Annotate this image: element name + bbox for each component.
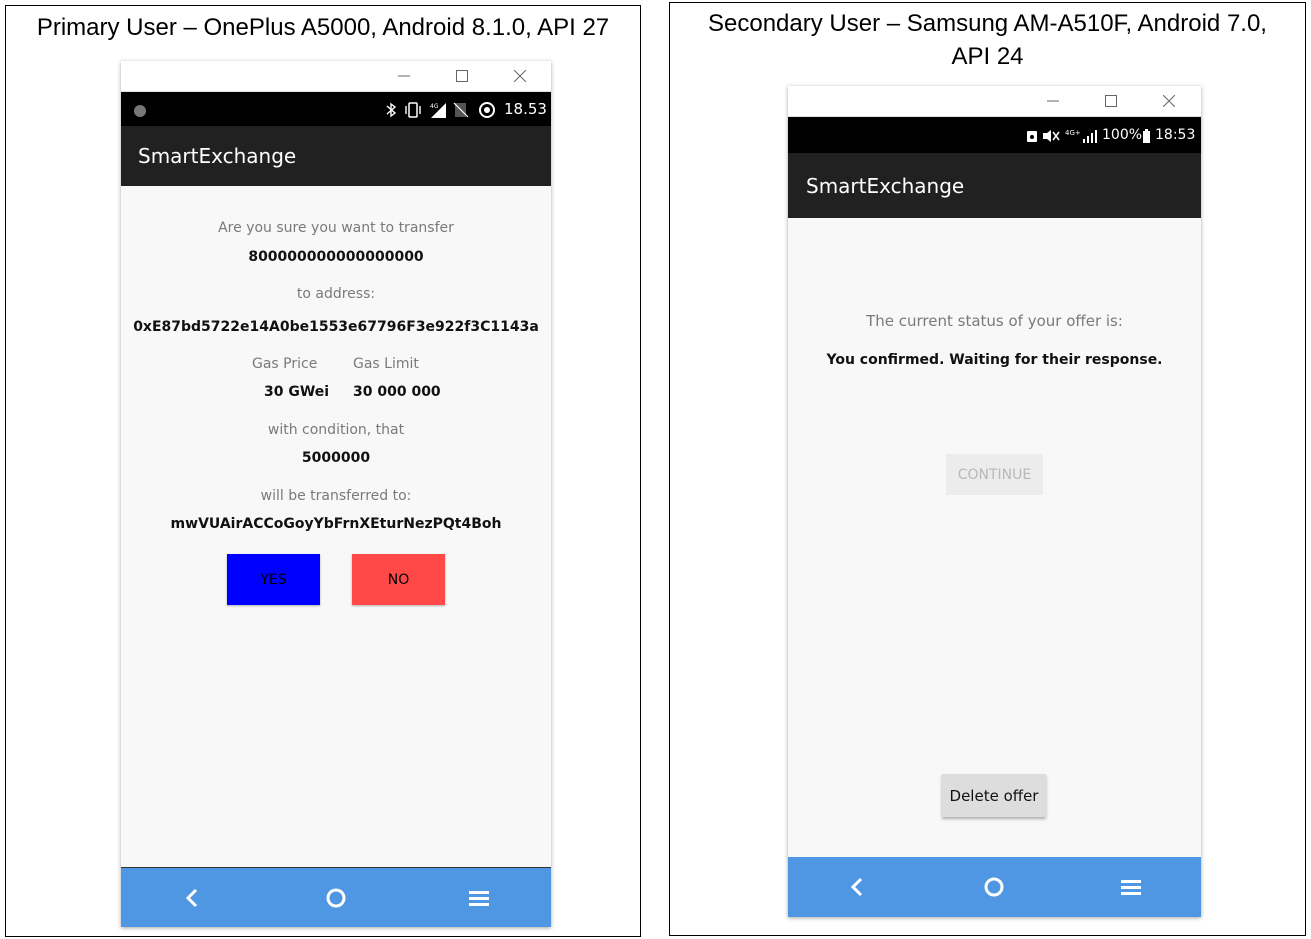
- secondary-caption: Secondary User – Samsung AM-A510F, Andro…: [708, 10, 1267, 70]
- menu-button[interactable]: [1101, 857, 1161, 917]
- minimize-button[interactable]: [1030, 86, 1076, 116]
- android-status-bar: 4G+ 100% 18:53: [788, 117, 1201, 153]
- status-time: 18.53: [504, 100, 547, 118]
- secondary-user-panel: Secondary User – Samsung AM-A510F, Andro…: [669, 2, 1306, 936]
- offer-status-content: The current status of your offer is: You…: [788, 218, 1201, 858]
- transfer-to-value: mwVUAirACCoGoyYbFrnXEturNezPQt4Boh: [170, 516, 502, 532]
- primary-user-panel: Primary User – OnePlus A5000, Android 8.…: [5, 5, 641, 937]
- app-toolbar: SmartExchange: [121, 126, 551, 186]
- yes-button[interactable]: YES: [227, 554, 320, 605]
- secondary-device-window: 4G+ 100% 18:53 SmartExchange The current…: [788, 86, 1201, 917]
- menu-icon: [469, 891, 489, 906]
- offer-status-label: The current status of your offer is:: [866, 312, 1123, 330]
- usb-icon: [1027, 131, 1037, 142]
- close-icon: [514, 70, 526, 82]
- gas-limit-value: 30 000 000: [353, 384, 441, 400]
- android-nav-bar: [121, 867, 551, 927]
- close-button[interactable]: [497, 61, 543, 91]
- menu-button[interactable]: [449, 868, 509, 927]
- minimize-icon: [398, 75, 410, 77]
- app-title: SmartExchange: [138, 144, 297, 168]
- bluetooth-icon: [386, 102, 397, 118]
- back-button[interactable]: [828, 857, 888, 917]
- primary-device-window: 4G 18.53 SmartExchange Are you sure you …: [121, 61, 551, 927]
- minimize-button[interactable]: [381, 61, 427, 91]
- battery-percent: 100%: [1102, 127, 1143, 143]
- condition-label: with condition, that: [267, 422, 405, 438]
- to-address-value: 0xE87bd5722e14A0be1553e67796F3e922f3C114…: [133, 319, 539, 335]
- status-time: 18:53: [1155, 127, 1196, 143]
- continue-button[interactable]: CONTINUE: [946, 454, 1043, 495]
- transfer-amount: 800000000000000000: [248, 249, 424, 265]
- confirm-prompt: Are you sure you want to transfer: [218, 220, 454, 236]
- maximize-button[interactable]: [1088, 86, 1134, 116]
- mute-icon: [1043, 130, 1060, 142]
- android-status-bar: 4G 18.53: [121, 92, 551, 126]
- maximize-icon: [1105, 95, 1117, 107]
- data-saver-icon: [479, 102, 495, 118]
- delete-offer-button[interactable]: Delete offer: [942, 774, 1046, 817]
- gas-limit-label: Gas Limit: [353, 356, 419, 372]
- app-title: SmartExchange: [806, 173, 965, 198]
- maximize-button[interactable]: [439, 61, 485, 91]
- home-button[interactable]: [964, 857, 1024, 917]
- app-toolbar: SmartExchange: [788, 153, 1201, 218]
- back-button[interactable]: [163, 868, 223, 927]
- condition-amount: 5000000: [301, 450, 371, 466]
- home-icon: [984, 877, 1004, 897]
- battery-icon: [1143, 129, 1150, 143]
- home-button[interactable]: [306, 868, 366, 927]
- no-button[interactable]: NO: [352, 554, 445, 605]
- notification-dot-icon: [134, 105, 146, 117]
- back-icon: [850, 877, 863, 897]
- signal-4g-icon: 4G: [430, 103, 446, 118]
- android-nav-bar: [788, 857, 1201, 917]
- offer-status-value: You confirmed. Waiting for their respons…: [826, 352, 1163, 368]
- no-sim-icon: [453, 102, 469, 118]
- window-title-bar: [788, 86, 1201, 117]
- maximize-icon: [456, 70, 468, 82]
- back-icon: [185, 888, 198, 908]
- svg-text:4G+: 4G+: [1065, 129, 1081, 137]
- home-icon: [326, 888, 346, 908]
- transfer-to-label: will be transferred to:: [260, 488, 412, 504]
- menu-icon: [1121, 880, 1141, 895]
- svg-text:4G: 4G: [430, 103, 439, 110]
- close-icon: [1163, 95, 1175, 107]
- signal-4g-icon: 4G+: [1065, 129, 1097, 143]
- minimize-icon: [1047, 100, 1059, 102]
- gas-price-label: Gas Price: [252, 356, 318, 372]
- window-title-bar: [121, 61, 551, 92]
- to-address-label: to address:: [296, 286, 376, 302]
- gas-price-value: 30 GWei: [264, 384, 330, 400]
- close-button[interactable]: [1146, 86, 1192, 116]
- vibrate-icon: [405, 102, 421, 118]
- transfer-confirmation-content: Are you sure you want to transfer 800000…: [121, 186, 551, 867]
- primary-caption: Primary User – OnePlus A5000, Android 8.…: [36, 14, 610, 41]
